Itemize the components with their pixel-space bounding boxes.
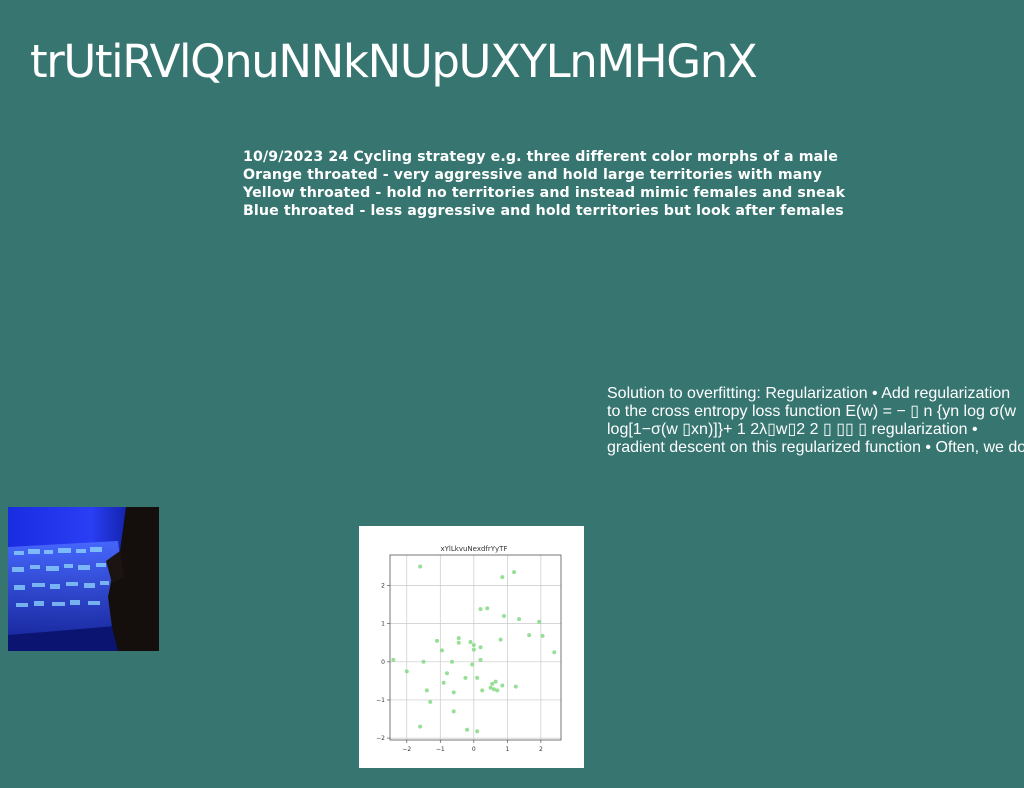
- regularization-text: Solution to overfitting: Regularization …: [607, 385, 1024, 457]
- bio-line: Blue throated - less aggressive and hold…: [243, 203, 844, 219]
- scatter-point: [537, 619, 542, 624]
- ml-line: log[1−σ(w ▯xn)]}+ 1 2λ▯w▯2 2 ▯ ▯▯ ▯ regu…: [607, 421, 978, 438]
- scatter-point: [471, 643, 476, 648]
- blue-lit-glass-display-photo: [8, 507, 159, 651]
- lizard-strategy-text: 10/9/2023 24 Cycling strategy e.g. three…: [243, 148, 883, 220]
- scatter-point: [434, 638, 439, 643]
- scatter-chart: xYlLkvuNexdfrYyTF −2 −1 0 1 2 −2 −1 0 1 2: [376, 545, 562, 753]
- scatter-point: [490, 681, 495, 686]
- page-title: trUtiRVlQnuNNkNUpUXYLnMHGnX: [30, 35, 758, 88]
- scatter-point: [470, 662, 475, 667]
- scatter-point: [500, 575, 505, 580]
- scatter-point: [418, 564, 423, 569]
- scatter-point: [441, 680, 446, 685]
- ml-line: Solution to overfitting: Regularization …: [607, 385, 1011, 402]
- chart-ticks: −2 −1 0 1 2 −2 −1 0 1 2: [376, 583, 543, 753]
- scatter-point: [517, 617, 522, 622]
- x-tick-label: −2: [402, 746, 411, 753]
- scatter-point: [451, 709, 456, 714]
- scatter-point: [502, 614, 506, 619]
- bio-line: Yellow throated - hold no territories an…: [243, 185, 846, 201]
- scatter-point: [478, 657, 483, 662]
- scatter-point: [418, 724, 423, 729]
- scatter-point: [512, 570, 517, 575]
- y-tick-label: −1: [376, 697, 385, 704]
- scatter-point: [424, 688, 429, 693]
- bio-line: Orange throated - very aggressive and ho…: [243, 167, 822, 183]
- x-tick-label: 1: [505, 746, 509, 753]
- scatter-point: [445, 671, 449, 676]
- scatter-point: [500, 683, 505, 688]
- scatter-point: [478, 645, 483, 650]
- photo-image: [8, 507, 159, 651]
- bio-line: 10/9/2023 24 Cycling strategy e.g. three…: [243, 149, 838, 165]
- scatter-point: [527, 633, 532, 638]
- scatter-point: [451, 690, 456, 695]
- y-tick-label: 0: [381, 659, 385, 666]
- y-tick-label: 2: [381, 583, 385, 590]
- chart-frame: [389, 554, 562, 741]
- scatter-point: [552, 650, 557, 655]
- x-tick-label: 0: [472, 746, 476, 753]
- scatter-point: [456, 636, 461, 641]
- scatter-point: [450, 659, 455, 664]
- scatter-point: [513, 684, 518, 689]
- ml-line: to the cross entropy loss function E(w) …: [607, 403, 1017, 420]
- scatter-point: [404, 669, 409, 674]
- scatter-point: [485, 606, 490, 611]
- scatter-point: [428, 699, 433, 704]
- scatter-point: [471, 647, 476, 652]
- scatter-point: [456, 640, 461, 645]
- scatter-point: [480, 688, 485, 693]
- scatter-point: [439, 648, 444, 653]
- ml-line: gradient descent on this regularized fun…: [607, 439, 1024, 456]
- scatter-point: [465, 727, 470, 732]
- scatter-point: [463, 675, 468, 680]
- scatter-point: [493, 679, 498, 684]
- x-tick-label: −1: [436, 746, 445, 753]
- y-tick-label: −2: [376, 735, 385, 742]
- scatter-point: [498, 637, 503, 642]
- scatter-point: [540, 633, 545, 638]
- y-tick-label: 1: [381, 621, 385, 628]
- scatter-point: [495, 688, 500, 693]
- scatter-point: [468, 639, 473, 644]
- scatter-point: [391, 657, 396, 662]
- chart-title: xYlLkvuNexdfrYyTF: [441, 545, 508, 553]
- scatter-point: [421, 659, 426, 664]
- x-tick-label: 2: [539, 746, 543, 753]
- scatter-point: [478, 607, 483, 612]
- chart-grid: [390, 555, 561, 740]
- scatter-plot: xYlLkvuNexdfrYyTF −2 −1 0 1 2 −2 −1 0 1 2: [359, 526, 584, 768]
- scatter-point: [475, 729, 480, 734]
- scatter-point: [475, 675, 480, 680]
